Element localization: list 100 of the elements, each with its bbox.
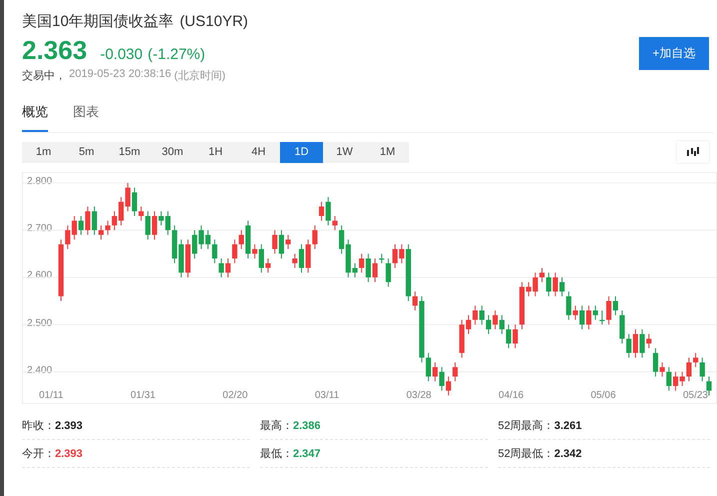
candlestick xyxy=(272,230,278,254)
candlestick xyxy=(85,206,90,236)
candlestick xyxy=(298,244,304,274)
candlestick xyxy=(492,310,498,330)
candlestick xyxy=(412,291,418,311)
candlestick xyxy=(359,253,364,274)
candlestick xyxy=(426,352,432,382)
tab[interactable]: 图表 xyxy=(73,101,99,132)
price: 2.363 xyxy=(22,35,88,66)
candlestick xyxy=(286,234,291,250)
period-button[interactable]: 1D xyxy=(280,142,323,162)
stat-value: 2.347 xyxy=(293,448,321,460)
candlestick xyxy=(238,230,244,250)
timezone: (北京时间) xyxy=(174,68,226,83)
candlestick xyxy=(646,334,652,349)
candlestick xyxy=(138,206,144,222)
candlestick xyxy=(566,291,572,320)
trading-status: 交易中， xyxy=(22,68,66,83)
candlestick xyxy=(332,215,338,231)
candlestick xyxy=(660,362,665,378)
candlestick xyxy=(132,187,138,216)
period-button[interactable]: 1m xyxy=(22,142,65,162)
candlestick xyxy=(612,296,618,316)
candlestick xyxy=(446,376,452,396)
candlestick xyxy=(579,305,585,330)
period-button[interactable]: 1W xyxy=(323,142,366,162)
candlestick xyxy=(539,267,545,283)
candlestick xyxy=(512,324,518,349)
candlestick xyxy=(366,253,371,283)
candlestick xyxy=(700,357,705,382)
x-axis-label: 01/11 xyxy=(39,390,64,401)
add-watchlist-button[interactable]: +加自选 xyxy=(639,37,709,70)
candlestick xyxy=(312,224,318,250)
stat-value: 2.342 xyxy=(554,448,582,460)
stat-label: 最高： xyxy=(260,418,293,433)
candlestick xyxy=(452,362,458,382)
x-axis-label: 02/20 xyxy=(222,390,248,401)
period-button[interactable]: 30m xyxy=(151,142,194,162)
candlestick xyxy=(78,215,84,236)
candlestick xyxy=(632,328,638,358)
y-axis-label: 2.800 xyxy=(27,176,52,187)
candlestick xyxy=(326,196,331,226)
candlestick xyxy=(372,258,378,283)
candlestick xyxy=(686,357,692,382)
stat-value: 2.386 xyxy=(293,420,321,432)
candlestick xyxy=(626,334,632,358)
candlestick xyxy=(693,352,698,368)
candlestick xyxy=(606,296,612,326)
y-axis-label: 2.400 xyxy=(27,364,52,376)
candlestick xyxy=(152,210,158,240)
candlestick xyxy=(439,366,444,392)
candlestick xyxy=(92,206,97,236)
period-button[interactable]: 1H xyxy=(194,142,237,162)
period-button[interactable]: 4H xyxy=(237,142,280,162)
x-axis-label: 03/11 xyxy=(314,390,340,401)
candlestick xyxy=(640,328,645,358)
candlestick xyxy=(292,253,298,268)
period-button[interactable]: 1M xyxy=(366,142,409,162)
candlestick xyxy=(278,230,284,259)
stat-label: 52周最低： xyxy=(498,447,554,461)
candlestick xyxy=(98,224,104,240)
candlestick xyxy=(218,258,224,278)
candlestick xyxy=(145,210,150,240)
candlestick xyxy=(232,239,238,264)
candlestick xyxy=(652,348,658,378)
candlestick xyxy=(552,272,558,297)
candlestick xyxy=(499,314,505,335)
stat-label: 昨收： xyxy=(22,419,55,433)
candlestick xyxy=(666,366,672,392)
x-axis-label: 03/28 xyxy=(406,390,432,401)
tab[interactable]: 概览 xyxy=(22,101,48,132)
chart-type-button[interactable] xyxy=(677,141,709,163)
stat-value: 3.261 xyxy=(554,420,582,432)
page-title: 美国10年期国债收益率 xyxy=(22,12,174,31)
stat-label: 最低： xyxy=(260,447,293,461)
stat-value: 2.393 xyxy=(55,448,83,460)
candlestick xyxy=(559,276,565,297)
candlestick xyxy=(506,324,512,349)
candlestick xyxy=(592,305,598,320)
candlestick xyxy=(252,244,258,259)
candlestick xyxy=(386,258,391,288)
period-button[interactable]: 5m xyxy=(65,142,108,162)
ticker-symbol: (US10YR) xyxy=(180,13,248,30)
candlestick xyxy=(306,239,311,274)
candlestick xyxy=(212,239,218,264)
candlestick xyxy=(620,310,625,344)
x-axis-label: 01/31 xyxy=(130,390,156,401)
candlestick-icon xyxy=(686,147,700,157)
x-axis-label: 05/23 xyxy=(682,390,708,401)
price-change: -0.030 xyxy=(100,46,143,63)
candlestick xyxy=(432,362,438,382)
candlestick xyxy=(572,305,578,320)
candlestick xyxy=(258,244,264,274)
stat-value: 2.393 xyxy=(55,420,83,432)
candlestick xyxy=(225,258,231,278)
period-button[interactable]: 15m xyxy=(108,142,151,162)
candlestick xyxy=(706,376,712,396)
y-axis-label: 2.500 xyxy=(27,318,52,329)
candlestick xyxy=(105,220,110,236)
candlestick xyxy=(265,258,271,274)
